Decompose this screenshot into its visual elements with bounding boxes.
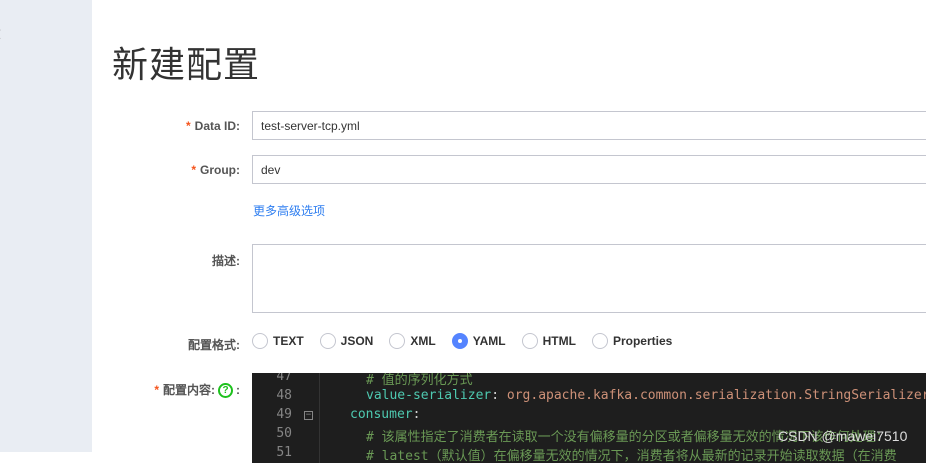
line-number: 51	[276, 445, 292, 460]
line-number: 48	[276, 388, 292, 403]
line-number: 49	[276, 407, 292, 422]
help-icon[interactable]: ?	[218, 383, 233, 399]
content-label: * 配置内容:?:	[154, 383, 240, 399]
format-radio-yaml[interactable]: YAML	[451, 333, 506, 349]
sidebar	[0, 0, 92, 452]
line-number: 47	[276, 373, 292, 384]
code-line: # 值的序列化方式	[366, 373, 473, 388]
description-textarea[interactable]	[252, 244, 926, 313]
format-radio-json[interactable]: JSON	[319, 333, 373, 349]
code-line: value-serializer: org.apache.kafka.commo…	[366, 388, 926, 403]
group-input[interactable]	[252, 155, 926, 184]
page-title: 新建配置	[112, 45, 261, 86]
format-label: 配置格式:	[188, 338, 240, 352]
advanced-options-link[interactable]: 更多高级选项	[253, 202, 325, 219]
line-number: 50	[276, 426, 292, 441]
fold-toggle-icon[interactable]: −	[304, 411, 313, 420]
chevron-left-icon[interactable]: ‹	[0, 20, 1, 46]
description-label: 描述:	[212, 254, 240, 268]
code-line: # latest（默认值）在偏移量无效的情况下，消费者将从最新的记录开始读取数据…	[366, 449, 897, 463]
data-id-label: * Data ID:	[185, 119, 240, 133]
format-radio-group: TEXT JSON XML YAML HTML Properties	[252, 333, 688, 349]
format-radio-text[interactable]: TEXT	[252, 333, 304, 349]
format-radio-html[interactable]: HTML	[521, 333, 576, 349]
format-radio-xml[interactable]: XML	[389, 333, 436, 349]
watermark: CSDN @mawei7510	[778, 428, 908, 444]
code-line: consumer:	[350, 407, 421, 422]
format-radio-properties[interactable]: Properties	[591, 333, 672, 349]
code-editor[interactable]: 47 # 值的序列化方式 48 value-serializer: org.apac…	[252, 373, 926, 463]
data-id-input[interactable]	[252, 111, 926, 140]
group-label: * Group:	[191, 163, 240, 177]
